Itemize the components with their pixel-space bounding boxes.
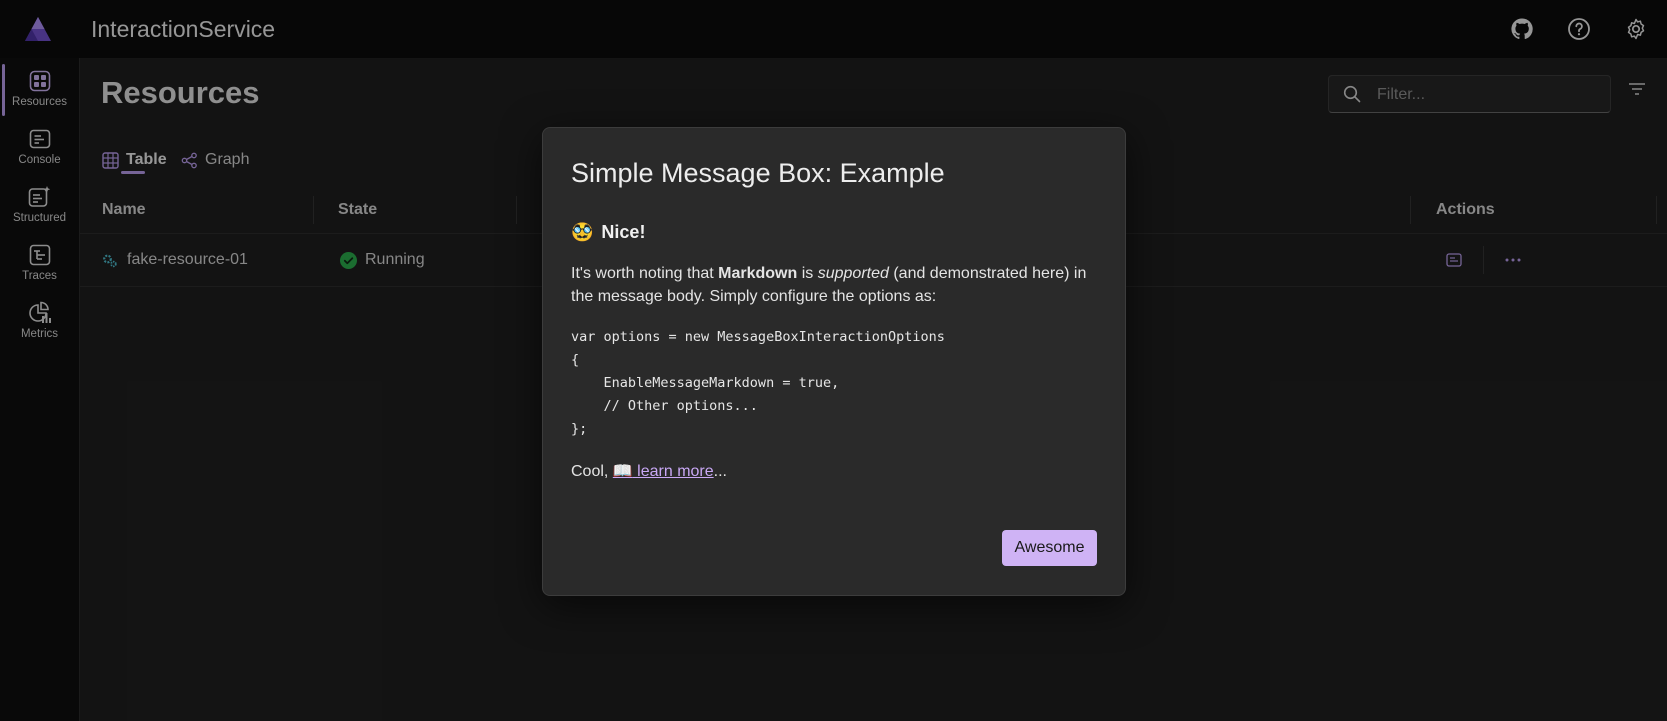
dialog-title: Simple Message Box: Example: [571, 158, 945, 188]
footer-suffix: ...: [713, 463, 727, 480]
message-box-dialog: Simple Message Box: Example 🥸 Nice! It's…: [542, 127, 1126, 596]
dialog-footer-text: Cool, 📖 learn more...: [571, 461, 727, 481]
learn-more-link[interactable]: 📖 learn more: [613, 463, 714, 480]
learn-more-text: learn more: [632, 463, 714, 480]
dialog-message: It's worth noting that Markdown is suppo…: [571, 262, 1101, 308]
dialog-heading: 🥸 Nice!: [571, 222, 645, 243]
message-italic: supported: [817, 265, 889, 282]
footer-prefix: Cool,: [571, 463, 613, 480]
disguise-face-emoji: 🥸: [571, 222, 594, 242]
awesome-button[interactable]: Awesome: [1002, 530, 1097, 566]
book-emoji: 📖: [612, 463, 633, 480]
message-text: It's worth noting that: [571, 265, 719, 282]
dialog-heading-text: Nice!: [601, 222, 646, 242]
code-block: var options = new MessageBoxInteractionO…: [571, 329, 945, 437]
message-text: is: [797, 265, 818, 282]
message-bold: Markdown: [718, 265, 798, 282]
